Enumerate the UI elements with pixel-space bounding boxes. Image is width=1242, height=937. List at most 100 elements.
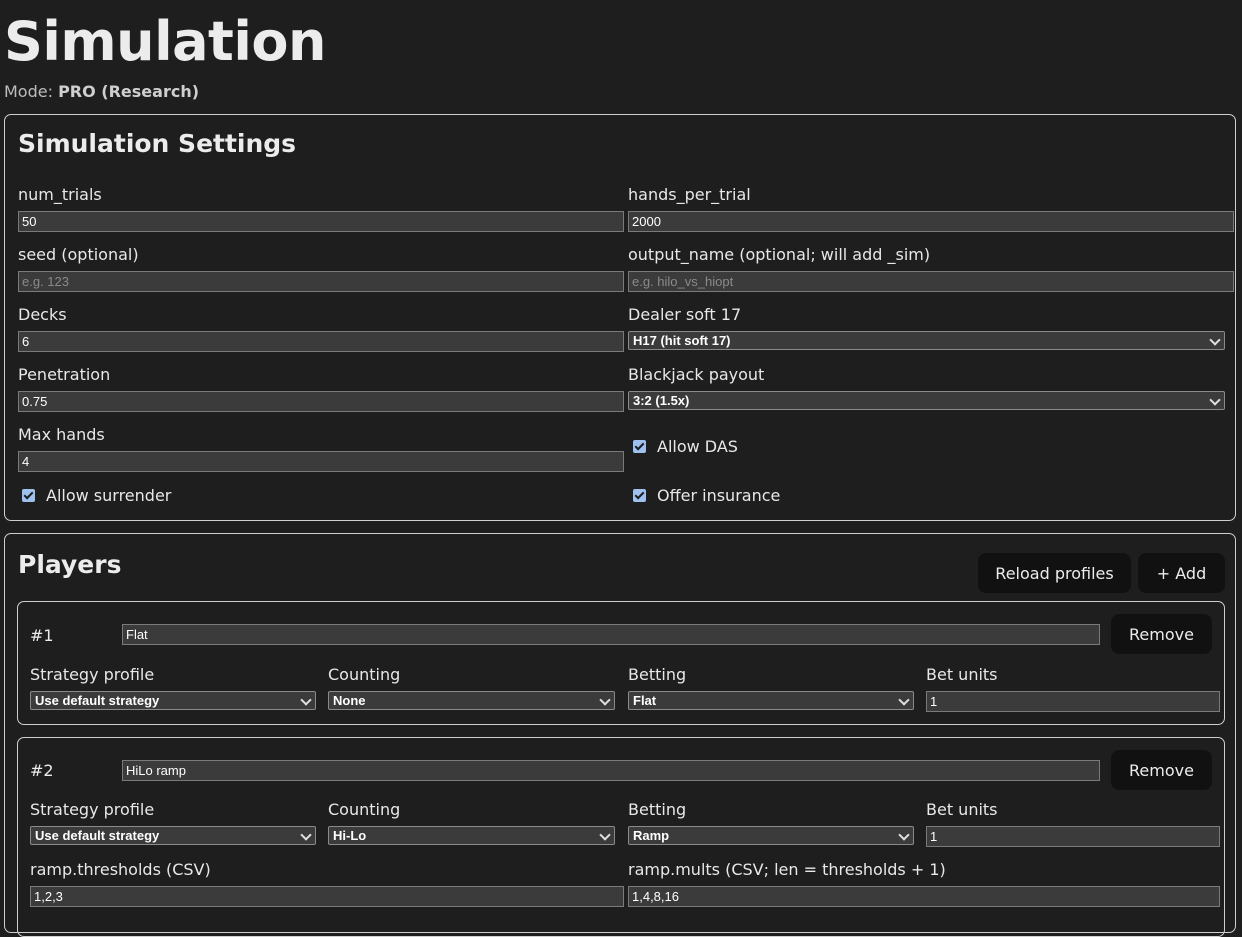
- output-name-field: output_name (optional; will add _sim): [628, 245, 1234, 292]
- penetration-field: Penetration: [18, 365, 624, 412]
- player-name-input[interactable]: [122, 624, 1100, 645]
- bj-payout-field: Blackjack payout 3:2 (1.5x): [628, 365, 1225, 410]
- settings-title: Simulation Settings: [18, 129, 297, 158]
- bet-units-input[interactable]: [926, 826, 1220, 847]
- remove-player-button[interactable]: Remove: [1111, 750, 1212, 790]
- strategy-label: Strategy profile: [30, 800, 155, 819]
- betting-field: Betting Flat: [628, 665, 914, 710]
- bet-units-field: Bet units: [926, 800, 1220, 847]
- dealer-soft17-select[interactable]: H17 (hit soft 17): [628, 331, 1225, 350]
- mode-label: Mode:: [4, 82, 53, 101]
- player-card: #2 Remove Strategy profile Use default s…: [17, 737, 1225, 937]
- betting-label: Betting: [628, 800, 687, 819]
- chevron-down-icon: [1209, 334, 1221, 346]
- hands-per-trial-label: hands_per_trial: [628, 185, 751, 204]
- chevron-down-icon: [599, 694, 611, 706]
- output-name-label: output_name (optional; will add _sim): [628, 245, 931, 264]
- decks-input[interactable]: [18, 331, 624, 352]
- ramp-thresholds-field: ramp.thresholds (CSV): [30, 860, 624, 907]
- add-player-button[interactable]: + Add: [1138, 553, 1225, 593]
- player-name-input[interactable]: [122, 760, 1100, 781]
- bet-units-label: Bet units: [926, 800, 998, 819]
- max-hands-label: Max hands: [18, 425, 105, 444]
- ramp-mults-field: ramp.mults (CSV; len = thresholds + 1): [628, 860, 1220, 907]
- offer-insurance-row[interactable]: Offer insurance: [633, 486, 780, 505]
- counting-value: Hi-Lo: [333, 828, 367, 843]
- mode-line: Mode: PRO (Research): [4, 82, 199, 101]
- bet-units-field: Bet units: [926, 665, 1220, 712]
- chevron-down-icon: [300, 694, 312, 706]
- strategy-select[interactable]: Use default strategy: [30, 691, 316, 710]
- strategy-value: Use default strategy: [35, 828, 160, 843]
- counting-label: Counting: [328, 800, 401, 819]
- allow-surrender-label: Allow surrender: [46, 486, 172, 505]
- betting-value: Ramp: [633, 828, 670, 843]
- bet-units-label: Bet units: [926, 665, 998, 684]
- player-number: #1: [30, 626, 54, 645]
- seed-label: seed (optional): [18, 245, 139, 264]
- bet-units-input[interactable]: [926, 691, 1220, 712]
- betting-select[interactable]: Flat: [628, 691, 914, 710]
- num-trials-field: num_trials: [18, 185, 624, 232]
- player-number: #2: [30, 761, 54, 780]
- page-title: Simulation: [4, 10, 326, 73]
- dealer-soft17-value: H17 (hit soft 17): [633, 333, 731, 348]
- bj-payout-value: 3:2 (1.5x): [633, 393, 690, 408]
- seed-field: seed (optional): [18, 245, 624, 292]
- strategy-field: Strategy profile Use default strategy: [30, 800, 316, 845]
- offer-insurance-label: Offer insurance: [657, 486, 781, 505]
- max-hands-input[interactable]: [18, 451, 624, 472]
- remove-player-button[interactable]: Remove: [1111, 614, 1212, 654]
- num-trials-input[interactable]: [18, 211, 624, 232]
- chevron-down-icon: [898, 829, 910, 841]
- players-title: Players: [18, 550, 122, 579]
- reload-profiles-button[interactable]: Reload profiles: [978, 553, 1131, 593]
- dealer-soft17-label: Dealer soft 17: [628, 305, 742, 324]
- ramp-thresholds-input[interactable]: [30, 886, 624, 907]
- chevron-down-icon: [1209, 394, 1221, 406]
- counting-value: None: [333, 693, 366, 708]
- seed-input[interactable]: [18, 271, 624, 292]
- output-name-input[interactable]: [628, 271, 1234, 292]
- decks-label: Decks: [18, 305, 67, 324]
- allow-das-row[interactable]: Allow DAS: [633, 437, 738, 456]
- num-trials-label: num_trials: [18, 185, 102, 204]
- allow-das-checkbox[interactable]: [633, 440, 646, 453]
- allow-das-label: Allow DAS: [657, 437, 738, 456]
- counting-label: Counting: [328, 665, 401, 684]
- dealer-soft17-field: Dealer soft 17 H17 (hit soft 17): [628, 305, 1225, 350]
- counting-select[interactable]: None: [328, 691, 615, 710]
- counting-select[interactable]: Hi-Lo: [328, 826, 615, 845]
- betting-label: Betting: [628, 665, 687, 684]
- bj-payout-select[interactable]: 3:2 (1.5x): [628, 391, 1225, 410]
- offer-insurance-checkbox[interactable]: [633, 489, 646, 502]
- ramp-mults-input[interactable]: [628, 886, 1220, 907]
- hands-per-trial-input[interactable]: [628, 211, 1234, 232]
- betting-select[interactable]: Ramp: [628, 826, 914, 845]
- ramp-mults-label: ramp.mults (CSV; len = thresholds + 1): [628, 860, 946, 879]
- strategy-value: Use default strategy: [35, 693, 160, 708]
- betting-field: Betting Ramp: [628, 800, 914, 845]
- chevron-down-icon: [300, 829, 312, 841]
- betting-value: Flat: [633, 693, 657, 708]
- penetration-label: Penetration: [18, 365, 111, 384]
- hands-per-trial-field: hands_per_trial: [628, 185, 1234, 232]
- decks-field: Decks: [18, 305, 624, 352]
- strategy-label: Strategy profile: [30, 665, 155, 684]
- strategy-select[interactable]: Use default strategy: [30, 826, 316, 845]
- mode-value: PRO (Research): [58, 82, 200, 101]
- chevron-down-icon: [898, 694, 910, 706]
- chevron-down-icon: [599, 829, 611, 841]
- allow-surrender-checkbox[interactable]: [22, 489, 35, 502]
- bj-payout-label: Blackjack payout: [628, 365, 765, 384]
- max-hands-field: Max hands: [18, 425, 624, 472]
- ramp-thresholds-label: ramp.thresholds (CSV): [30, 860, 211, 879]
- penetration-input[interactable]: [18, 391, 624, 412]
- players-panel: Players Reload profiles + Add #1 Remove …: [4, 533, 1236, 937]
- counting-field: Counting None: [328, 665, 615, 710]
- allow-surrender-row[interactable]: Allow surrender: [22, 486, 171, 505]
- counting-field: Counting Hi-Lo: [328, 800, 615, 845]
- strategy-field: Strategy profile Use default strategy: [30, 665, 316, 710]
- simulation-settings-panel: Simulation Settings num_trials hands_per…: [4, 114, 1236, 521]
- player-card: #1 Remove Strategy profile Use default s…: [17, 601, 1225, 725]
